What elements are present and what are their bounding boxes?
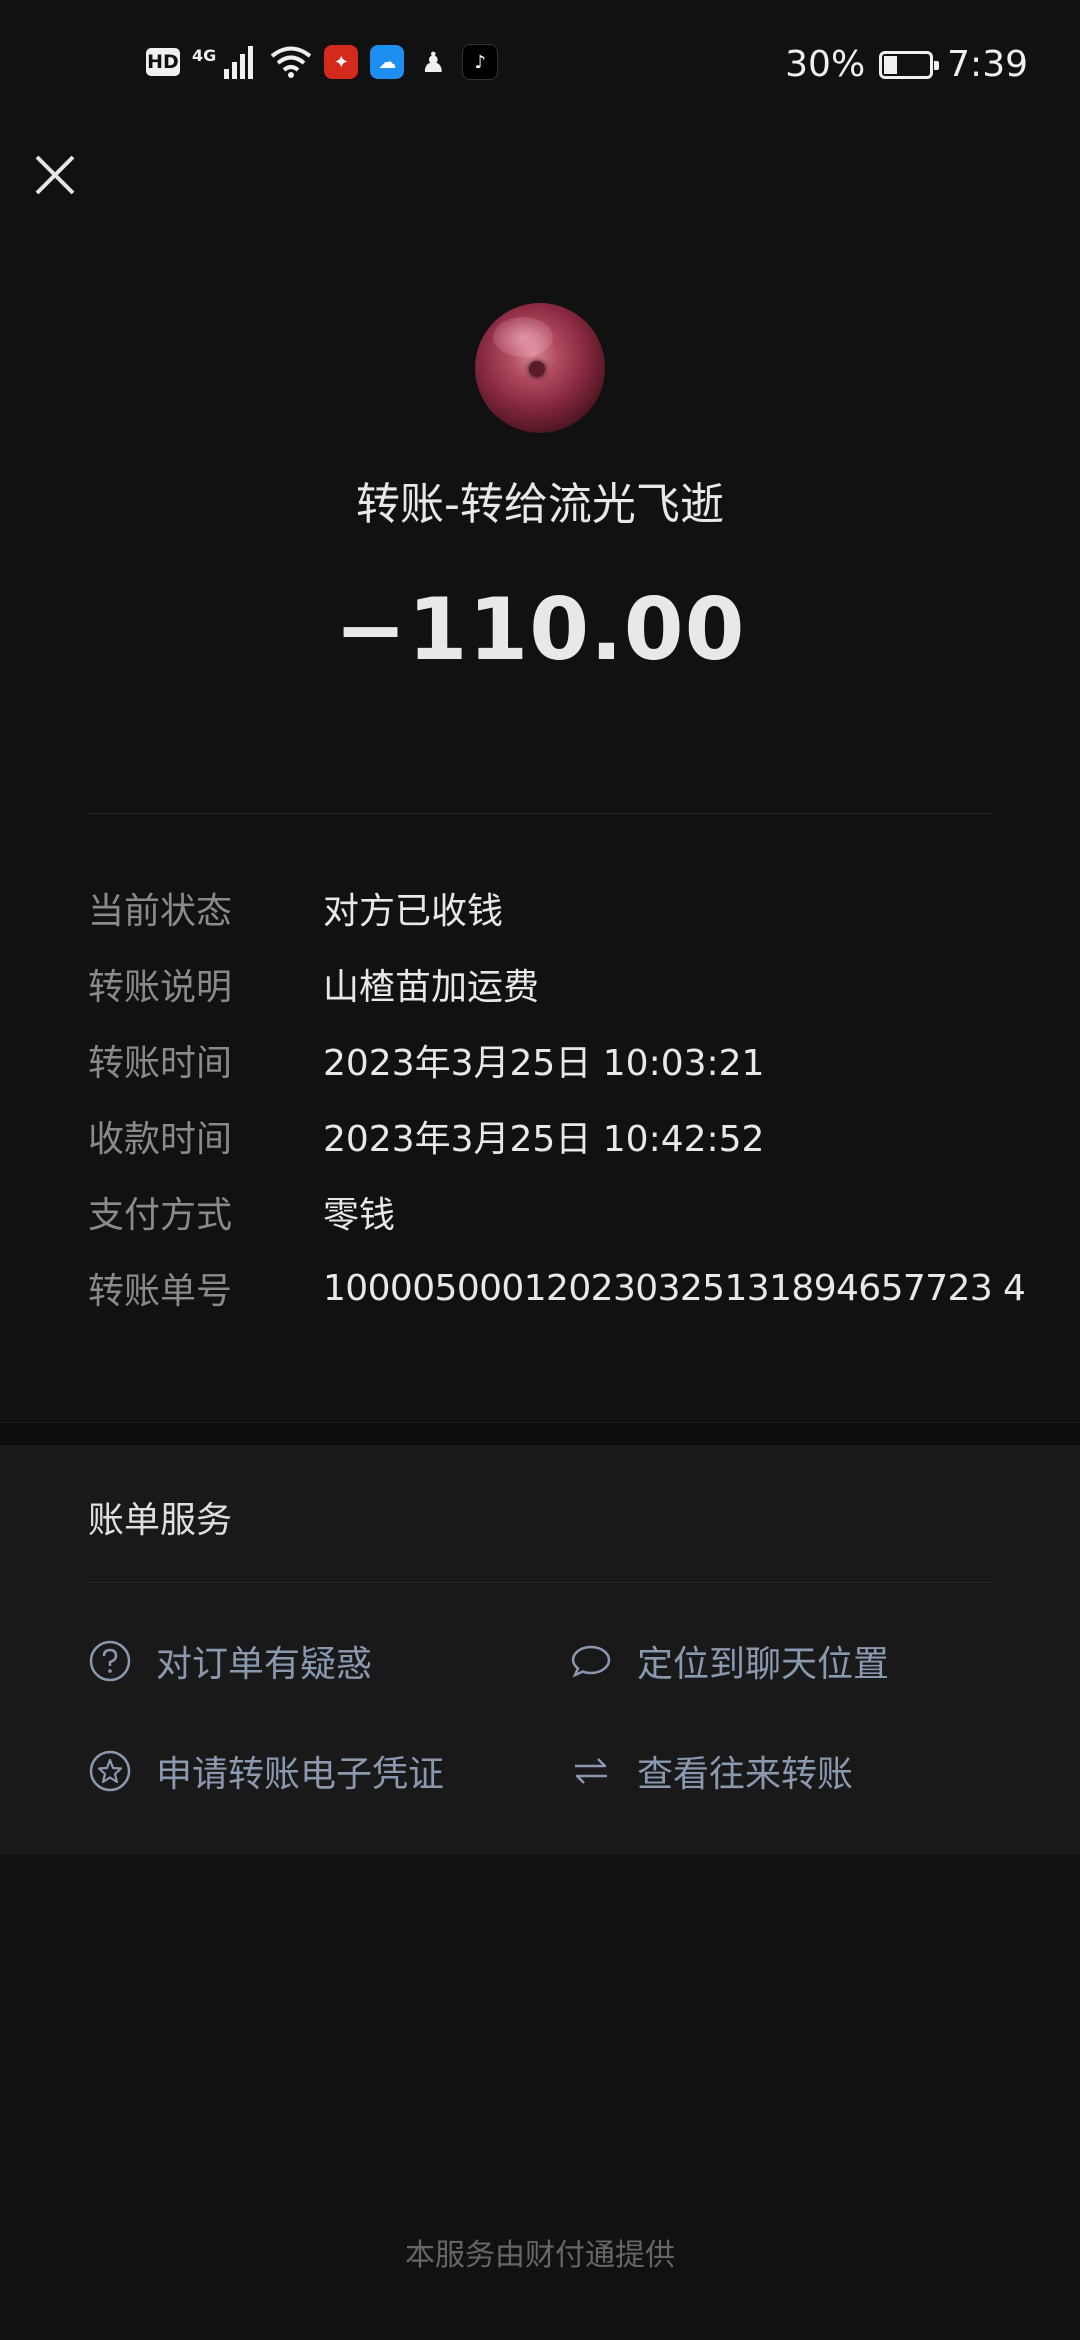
status-bar: HD 4G ✦ ☁ ♟ ♪ 30% 7:39 — [0, 0, 1080, 130]
section-separator — [0, 1422, 1080, 1446]
detail-label: 转账说明 — [88, 967, 233, 1008]
detail-label: 收款时间 — [88, 1119, 233, 1160]
avatar[interactable] — [475, 303, 605, 433]
weather-app-icon: ☁ — [370, 45, 405, 79]
hd-badge: HD — [146, 48, 180, 76]
order-question-button[interactable]: 对订单有疑惑 — [88, 1635, 372, 1687]
swap-arrows-icon — [575, 1758, 607, 1784]
detail-value: 零钱 — [323, 1195, 396, 1236]
service-label: 定位到聊天位置 — [637, 1644, 890, 1685]
service-label: 申请转账电子凭证 — [156, 1754, 445, 1795]
detail-label: 转账时间 — [88, 1043, 233, 1084]
service-label: 对订单有疑惑 — [156, 1644, 373, 1685]
service-label: 查看往来转账 — [637, 1754, 854, 1795]
clock: 7:39 — [947, 44, 1028, 85]
app-notification-icon-red: ✦ — [324, 45, 359, 79]
detail-value: 对方已收钱 — [323, 891, 504, 932]
transfer-title: 转账-转给流光飞逝 — [356, 479, 724, 530]
question-circle-icon — [89, 1640, 131, 1682]
battery-percent: 30% — [785, 44, 866, 85]
detail-label: 支付方式 — [88, 1195, 233, 1236]
detail-value: 山楂苗加运费 — [323, 967, 540, 1008]
apply-voucher-button[interactable]: 申请转账电子凭证 — [88, 1745, 444, 1797]
status-icons-left: HD 4G ✦ ☁ ♟ ♪ — [146, 44, 499, 80]
tiktok-icon: ♪ — [462, 44, 499, 80]
battery-charging-icon — [879, 50, 940, 79]
battery-fill — [884, 55, 898, 74]
star-circle-icon — [89, 1750, 131, 1792]
close-button[interactable] — [28, 148, 82, 202]
close-icon — [35, 155, 75, 195]
divider — [88, 1582, 992, 1583]
detail-value[interactable]: 100005000120230325131894657723 4 — [323, 1268, 1026, 1309]
detail-label: 当前状态 — [88, 891, 233, 932]
detail-label: 转账单号 — [88, 1271, 233, 1312]
detail-row-status: 当前状态 对方已收钱 — [88, 878, 1048, 938]
detail-row-note: 转账说明 山楂苗加运费 — [88, 954, 1048, 1014]
bill-services-panel: 账单服务 对订单有疑惑 定位到聊天位置 申请转账电子凭证 查看往来转账 — [0, 1445, 1080, 1854]
detail-row-payment-method: 支付方式 零钱 — [88, 1182, 1048, 1242]
detail-row-order-number: 转账单号 100005000120230325131894657723 4 — [88, 1258, 1048, 1318]
services-title: 账单服务 — [88, 1500, 233, 1541]
provider-footer: 本服务由财付通提供 — [405, 2238, 675, 2273]
detail-row-received-time: 收款时间 2023年3月25日 10:42:52 — [88, 1106, 1048, 1166]
chat-bubble-icon — [571, 1645, 611, 1678]
transfer-amount: −110.00 — [334, 580, 746, 680]
view-transfers-button[interactable]: 查看往来转账 — [569, 1745, 853, 1797]
qq-penguin-icon: ♟ — [420, 45, 446, 79]
signal-icon — [224, 46, 254, 79]
network-type: 4G — [192, 45, 217, 65]
locate-chat-button[interactable]: 定位到聊天位置 — [569, 1635, 889, 1687]
detail-value: 2023年3月25日 10:42:52 — [323, 1119, 765, 1160]
detail-value: 2023年3月25日 10:03:21 — [323, 1043, 765, 1084]
detail-row-transfer-time: 转账时间 2023年3月25日 10:03:21 — [88, 1030, 1048, 1090]
wifi-icon — [271, 46, 312, 78]
status-icons-right: 30% 7:39 — [785, 44, 1028, 85]
divider — [88, 813, 992, 814]
